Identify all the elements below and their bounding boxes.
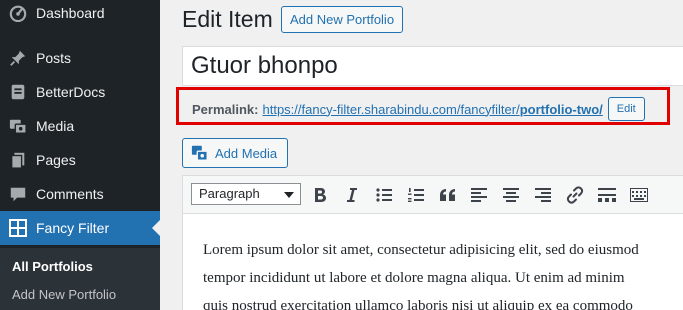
bullet-list-icon[interactable]	[374, 185, 394, 205]
sidebar-item-pages[interactable]: Pages	[0, 143, 160, 177]
chevron-down-icon	[284, 192, 294, 198]
content-editor: Paragraph Lorem ipsum dolor sit amet, co…	[182, 175, 683, 310]
sidebar-item-comments[interactable]: Comments	[0, 177, 160, 211]
permalink-slug: portfolio-two/	[519, 101, 603, 117]
grid-icon	[8, 218, 28, 238]
comment-icon	[8, 184, 28, 204]
numbered-list-icon[interactable]	[406, 185, 426, 205]
align-left-icon[interactable]	[469, 185, 489, 205]
post-title-input[interactable]	[182, 46, 683, 86]
link-icon[interactable]	[565, 185, 585, 205]
dashboard-icon	[8, 3, 28, 23]
format-select-value: Paragraph	[199, 186, 260, 201]
sidebar-item-label: Pages	[36, 152, 76, 168]
permalink-link[interactable]: https://fancy-filter.sharabindu.com/fanc…	[262, 102, 602, 117]
blockquote-icon[interactable]	[438, 185, 458, 205]
submenu-item-add-new-portfolio[interactable]: Add New Portfolio	[12, 287, 116, 302]
content-line: tempor incididunt ut labore et dolore ma…	[203, 270, 625, 286]
editor-toolbar: Paragraph	[183, 176, 683, 214]
sidebar-item-label: BetterDocs	[36, 84, 106, 100]
sidebar-item-label: Media	[36, 118, 75, 134]
align-right-icon[interactable]	[533, 185, 553, 205]
add-new-portfolio-button[interactable]: Add New Portfolio	[281, 6, 404, 33]
permalink-base: https://fancy-filter.sharabindu.com/fanc…	[262, 101, 520, 117]
sidebar-item-betterdocs[interactable]: BetterDocs	[0, 75, 160, 109]
toolbar-toggle-icon[interactable]	[629, 185, 649, 205]
permalink-row: Permalink: https://fancy-filter.sharabin…	[192, 97, 645, 121]
permalink-edit-button[interactable]: Edit	[607, 97, 645, 121]
pin-icon	[8, 48, 28, 68]
media-icon	[191, 144, 209, 162]
editor-content[interactable]: Lorem ipsum dolor sit amet, consectetur …	[203, 236, 683, 310]
add-media-button[interactable]: Add Media	[182, 138, 289, 168]
content-line: quis nostrud exercitation ullamco labori…	[203, 298, 633, 310]
sidebar-item-media[interactable]: Media	[0, 109, 160, 143]
horizontal-rule-icon[interactable]	[597, 185, 617, 205]
sidebar-item-dashboard[interactable]: Dashboard	[0, 0, 160, 30]
add-media-label: Add Media	[215, 145, 278, 161]
sidebar-item-label: Posts	[36, 50, 72, 66]
bold-icon[interactable]	[310, 185, 330, 205]
italic-icon[interactable]	[342, 185, 362, 205]
submenu-item-all-portfolios[interactable]: All Portfolios	[12, 259, 93, 274]
media-icon	[8, 116, 28, 136]
align-center-icon[interactable]	[501, 185, 521, 205]
permalink-label: Permalink:	[192, 101, 259, 117]
pages-icon	[8, 150, 28, 170]
format-select[interactable]: Paragraph	[191, 183, 301, 205]
sidebar-item-posts[interactable]: Posts	[0, 41, 160, 75]
sidebar-item-fancy-filter[interactable]: Fancy Filter	[0, 211, 160, 245]
sidebar-item-label: Comments	[36, 186, 104, 202]
admin-sidebar: Dashboard Posts BetterDocs Media Pages C…	[0, 0, 160, 310]
sidebar-item-label: Fancy Filter	[36, 220, 110, 236]
docs-icon	[8, 82, 28, 102]
content-line: Lorem ipsum dolor sit amet, consectetur …	[203, 242, 639, 258]
sidebar-item-label: Dashboard	[36, 5, 105, 21]
page-title: Edit Item	[182, 6, 273, 32]
sidebar-submenu: All Portfolios Add New Portfolio	[0, 248, 160, 310]
